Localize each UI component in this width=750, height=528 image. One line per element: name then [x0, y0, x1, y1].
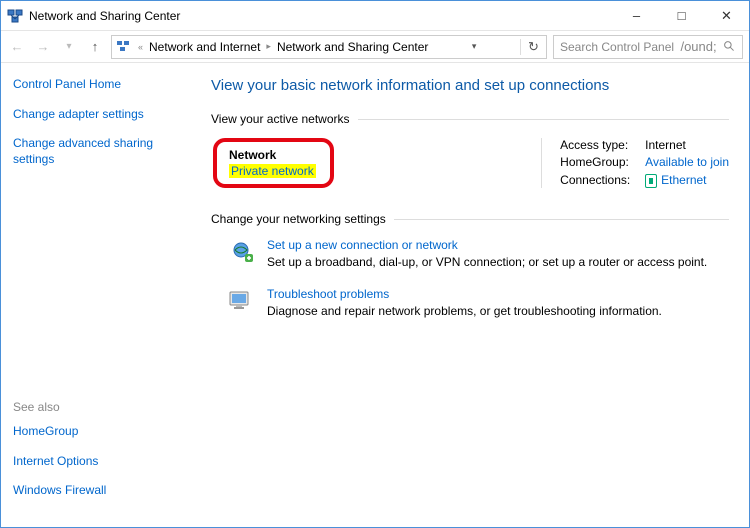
page-title: View your basic network information and …	[211, 77, 729, 94]
change-adapter-settings-link[interactable]: Change adapter settings	[13, 107, 189, 123]
homegroup-link[interactable]: Available to join	[645, 155, 729, 169]
network-type: Private network	[229, 164, 316, 178]
minimize-button[interactable]: –	[614, 1, 659, 30]
address-dropdown-button[interactable]: ▾	[468, 41, 481, 52]
search-placeholder: Search Control Panel	[560, 40, 674, 54]
setup-connection-icon	[227, 238, 255, 266]
change-advanced-sharing-link[interactable]: Change advanced sharing settings	[13, 136, 189, 167]
breadcrumb-item[interactable]: Network and Sharing Center	[277, 40, 428, 54]
search-input[interactable]: Search Control Panel /ound;	[553, 35, 743, 59]
forward-button[interactable]: →	[33, 39, 53, 54]
titlebar: Network and Sharing Center – □ ✕	[1, 1, 749, 31]
section-change-settings: Change your networking settings	[211, 212, 729, 226]
access-type-label: Access type:	[560, 138, 645, 152]
network-details: Access type: Internet HomeGroup: Availab…	[541, 138, 729, 188]
homegroup-label: HomeGroup:	[560, 155, 645, 169]
troubleshoot-desc: Diagnose and repair network problems, or…	[267, 304, 662, 318]
main-content: View your basic network information and …	[201, 63, 749, 527]
see-also-header: See also	[13, 400, 189, 414]
back-button[interactable]: ←	[7, 39, 27, 54]
control-panel-home-link[interactable]: Control Panel Home	[13, 77, 189, 93]
connections-label: Connections:	[560, 173, 645, 188]
search-icon: /ound;	[680, 39, 716, 54]
access-type-value: Internet	[645, 138, 729, 152]
recent-locations-button[interactable]: ▾	[59, 41, 79, 52]
breadcrumb-item[interactable]: Network and Internet	[149, 40, 260, 54]
connections-link[interactable]: Ethernet	[645, 173, 729, 188]
refresh-button[interactable]: ↻	[520, 39, 542, 55]
network-name: Network	[229, 148, 316, 162]
chevron-left-icon: «	[136, 42, 145, 52]
setup-connection-link[interactable]: Set up a new connection or network	[267, 238, 707, 252]
maximize-button[interactable]: □	[659, 1, 704, 30]
chevron-right-icon: ▸	[264, 41, 273, 52]
control-panel-icon	[116, 39, 132, 55]
troubleshoot-icon	[227, 287, 255, 315]
internet-options-link[interactable]: Internet Options	[13, 454, 189, 470]
up-button[interactable]: ↑	[85, 39, 105, 54]
section-active-networks: View your active networks	[211, 112, 729, 126]
setup-connection-desc: Set up a broadband, dial-up, or VPN conn…	[267, 255, 707, 269]
close-button[interactable]: ✕	[704, 1, 749, 30]
active-network-box: Network Private network	[213, 138, 334, 188]
homegroup-link[interactable]: HomeGroup	[13, 424, 189, 440]
sidebar: Control Panel Home Change adapter settin…	[1, 63, 201, 527]
window-title: Network and Sharing Center	[29, 9, 180, 23]
app-icon	[7, 8, 23, 24]
troubleshoot-link[interactable]: Troubleshoot problems	[267, 287, 662, 301]
windows-firewall-link[interactable]: Windows Firewall	[13, 483, 189, 499]
address-bar[interactable]: « Network and Internet ▸ Network and Sha…	[111, 35, 547, 59]
search-icon	[723, 40, 736, 53]
ethernet-icon	[645, 174, 657, 188]
toolbar: ← → ▾ ↑ « Network and Internet ▸ Network…	[1, 31, 749, 63]
